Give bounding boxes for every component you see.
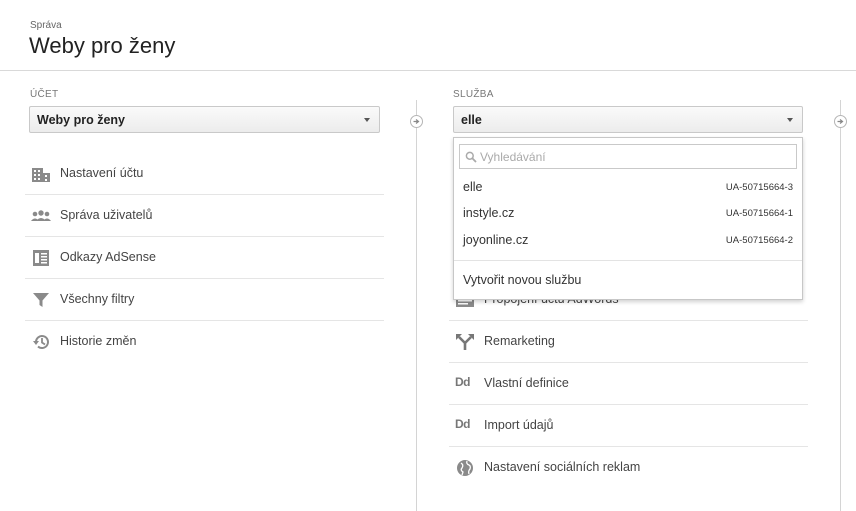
property-option-name: elle (463, 180, 483, 194)
breadcrumb[interactable]: Správa (30, 20, 62, 31)
search-box (459, 144, 797, 169)
property-item-label: Import údajů (484, 418, 554, 432)
page-title: Weby pro ženy (29, 33, 176, 58)
dd-icon: Dd (455, 375, 471, 389)
account-item-label: Historie změn (60, 334, 137, 348)
property-column-label: SLUŽBA (453, 89, 494, 100)
account-item-adsense[interactable]: Odkazy AdSense (25, 237, 384, 279)
adsense-icon (31, 249, 51, 267)
account-menu: Nastavení účtu Správa uživatelů Odkazy A… (25, 153, 384, 362)
property-item-label: Vlastní definice (484, 376, 569, 390)
dd-icon: Dd (455, 417, 471, 431)
users-icon (31, 207, 51, 225)
account-item-filters[interactable]: Všechny filtry (25, 279, 384, 321)
dropdown-divider (454, 260, 802, 261)
property-option-name: joyonline.cz (463, 233, 529, 247)
property-option[interactable]: elle UA-50715664-3 (454, 174, 802, 200)
property-select-value: elle (461, 113, 482, 127)
property-item-remarketing[interactable]: Remarketing (449, 321, 808, 363)
account-item-settings[interactable]: Nastavení účtu (25, 153, 384, 195)
column-divider (416, 100, 417, 511)
property-dropdown: elle UA-50715664-3 instyle.cz UA-5071566… (453, 137, 803, 300)
property-item-social-ads[interactable]: Nastavení sociálních reklam (449, 447, 808, 488)
account-column-label: ÚČET (30, 89, 59, 100)
property-select[interactable]: elle (453, 106, 803, 133)
account-item-label: Všechny filtry (60, 292, 135, 306)
account-select-value: Weby pro ženy (37, 113, 125, 127)
history-icon (31, 333, 51, 351)
filter-icon (31, 291, 51, 309)
account-item-label: Nastavení účtu (60, 166, 144, 180)
account-item-label: Správa uživatelů (60, 208, 153, 222)
property-option-name: instyle.cz (463, 206, 515, 220)
account-item-history[interactable]: Historie změn (25, 321, 384, 362)
account-select[interactable]: Weby pro ženy (29, 106, 380, 133)
property-item-label: Remarketing (484, 334, 555, 348)
search-icon (465, 150, 477, 168)
globe-icon (455, 459, 475, 477)
caret-down-icon (364, 118, 370, 122)
search-input[interactable] (480, 147, 780, 166)
property-option[interactable]: instyle.cz UA-50715664-1 (454, 200, 802, 226)
arrow-right-icon (834, 115, 847, 128)
account-item-users[interactable]: Správa uživatelů (25, 195, 384, 237)
column-divider (840, 100, 841, 511)
property-item-label: Nastavení sociálních reklam (484, 460, 641, 474)
create-property-link[interactable]: Vytvořit novou službu (463, 273, 581, 287)
property-menu: Propojení účtu AdWords Remarketing Dd Vl… (449, 279, 808, 488)
property-option-id: UA-50715664-1 (725, 208, 793, 219)
property-option-id: UA-50715664-2 (725, 235, 793, 246)
property-option[interactable]: joyonline.cz UA-50715664-2 (454, 227, 802, 253)
arrow-right-icon (410, 115, 423, 128)
property-item-data-import[interactable]: Dd Import údajů (449, 405, 808, 447)
account-item-label: Odkazy AdSense (60, 250, 156, 264)
property-item-custom-definitions[interactable]: Dd Vlastní definice (449, 363, 808, 405)
building-icon (31, 165, 51, 183)
property-option-id: UA-50715664-3 (725, 182, 793, 193)
caret-down-icon (787, 118, 793, 122)
remarketing-icon (455, 333, 475, 351)
page-header: Správa Weby pro ženy (0, 0, 856, 71)
